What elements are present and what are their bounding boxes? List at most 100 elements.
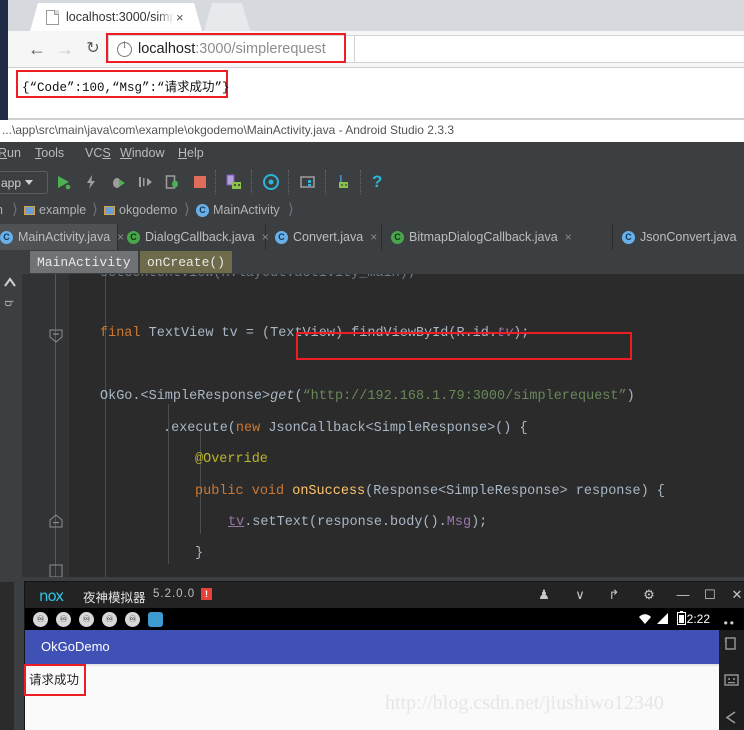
warning-badge[interactable]: ! <box>201 588 212 600</box>
tshirt-icon[interactable]: ♟ <box>535 587 553 602</box>
editor-tab-convert[interactable]: C Convert.java × <box>266 224 382 250</box>
chevron-down-icon[interactable]: ∨ <box>571 587 589 602</box>
code-text: .execute( <box>163 421 236 436</box>
indent-guide <box>105 274 106 577</box>
url-string-highlight <box>296 332 632 360</box>
menu-tools[interactable]: Tools <box>35 146 64 160</box>
nox-app-icon[interactable] <box>148 612 163 627</box>
toolbar-separator <box>288 170 289 194</box>
avd-manager-icon[interactable] <box>263 174 279 190</box>
keyboard-icon[interactable] <box>723 672 740 687</box>
nox-emulator-window: nox 夜神模拟器 5.2.0.0 ! ♟ ∨ ↱ ⚙ — ☐ ✕ ♾ ♾ ♾ … <box>24 582 744 730</box>
menu-run[interactable]: Run <box>0 146 21 160</box>
code-line-7: } <box>195 546 204 561</box>
weibo-icon[interactable]: ♾ <box>102 612 117 627</box>
page-icon <box>46 9 59 25</box>
breadcrumb-separator: ⟩ <box>12 201 18 218</box>
browser-tab-title: localhost:3000/simpler <box>66 10 174 24</box>
close-icon[interactable]: × <box>565 230 572 244</box>
weibo-icon[interactable]: ♾ <box>79 612 94 627</box>
maximize-icon[interactable]: ☐ <box>701 587 719 602</box>
info-icon[interactable] <box>117 40 132 57</box>
editor-tab-jsonconvert[interactable]: C JsonConvert.java <box>613 224 744 250</box>
address-bar-url: localhost:3000/simplerequest <box>138 41 326 57</box>
method-crumb-method[interactable]: onCreate() <box>140 251 233 273</box>
clock: 2:22 <box>686 612 710 626</box>
apply-changes-icon[interactable] <box>83 174 99 190</box>
minimize-icon[interactable]: — <box>674 587 692 602</box>
menu-vcs[interactable]: VCS <box>85 146 111 160</box>
abstract-class-icon: C <box>127 230 140 244</box>
json-response-text: {“Code”:100,“Msg”:“请求成功”} <box>22 81 230 95</box>
class-icon: C <box>275 230 288 244</box>
weibo-icon[interactable]: ♾ <box>33 612 48 627</box>
close-icon[interactable]: ✕ <box>728 587 744 602</box>
code-text: ( <box>294 389 303 404</box>
code-field: tv <box>228 515 245 530</box>
code-text: ) <box>626 389 635 404</box>
browser-window: localhost:3000/simpler × ← → ↻ localhost… <box>0 0 744 120</box>
reload-icon[interactable]: ↻ <box>82 39 104 61</box>
editor-tab-dialogcallback[interactable]: C DialogCallback.java × <box>118 224 269 250</box>
watermark: http://blog.csdn.net/jiushiwo12340 <box>385 692 664 714</box>
breadcrumb-separator: ⟩ <box>92 201 98 218</box>
toolbar-separator <box>251 170 252 194</box>
menu-help[interactable]: Help <box>178 146 204 160</box>
method-breadcrumb-bar: MainActivity onCreate() <box>0 250 744 274</box>
forward-icon[interactable]: → <box>54 39 76 61</box>
weibo-icon[interactable]: ♾ <box>56 612 71 627</box>
close-icon[interactable]: × <box>370 230 377 244</box>
wifi-icon <box>639 614 651 624</box>
browser-tab[interactable]: localhost:3000/simpler × <box>30 3 202 31</box>
run-configuration-selector[interactable]: app <box>0 171 48 194</box>
editor-tab-label: MainActivity.java <box>18 230 111 244</box>
abstract-class-icon: C <box>391 230 404 244</box>
package-icon <box>104 205 115 215</box>
address-bar[interactable]: localhost:3000/simplerequest <box>108 35 355 63</box>
breadcrumb-item-2[interactable]: okgodemo <box>104 203 177 217</box>
project-structure-icon[interactable] <box>300 174 316 190</box>
monitor-icon[interactable] <box>335 174 351 190</box>
breadcrumb-item-0[interactable]: n <box>0 203 3 217</box>
debug-icon[interactable] <box>110 174 126 190</box>
code-keyword: void <box>251 484 285 499</box>
new-tab-button[interactable] <box>204 3 250 31</box>
editor-fold-gutter <box>22 274 69 577</box>
close-icon[interactable]: × <box>176 11 184 24</box>
run-icon[interactable] <box>55 174 71 190</box>
code-text: ); <box>471 515 488 530</box>
pin-icon[interactable]: ↱ <box>605 587 623 602</box>
android-statusbar: ♾ ♾ ♾ ♾ ♾ 2:22 •• <box>25 608 744 630</box>
editor-tab-mainactivity[interactable]: C MainActivity.java × <box>0 224 124 250</box>
fold-marker-icon[interactable] <box>49 514 63 528</box>
menu-window[interactable]: Window <box>120 146 164 160</box>
back-icon[interactable] <box>723 710 740 725</box>
project-collapse-icon[interactable] <box>3 276 17 288</box>
editor-tab-bitmapdialogcallback[interactable]: C BitmapDialogCallback.java × <box>382 224 613 250</box>
overflow-icon[interactable]: •• <box>724 616 736 630</box>
package-icon <box>24 205 35 215</box>
editor-tabbar: C MainActivity.java × C DialogCallback.j… <box>0 224 744 251</box>
back-icon[interactable]: ← <box>26 39 48 61</box>
fold-marker-icon[interactable] <box>49 564 63 577</box>
app-bar-shadow <box>25 664 719 667</box>
step-over-icon[interactable] <box>137 174 153 190</box>
breadcrumb-item-3[interactable]: C MainActivity <box>196 203 280 217</box>
window-title: ...\app\src\main\java\com\example\okgode… <box>2 123 454 137</box>
help-icon[interactable]: ? <box>372 173 388 190</box>
stop-icon[interactable] <box>192 174 208 190</box>
nox-version: 5.2.0.0 <box>153 588 196 600</box>
code-keyword: final <box>100 326 141 341</box>
fold-marker-icon[interactable] <box>49 329 63 343</box>
gear-icon[interactable]: ⚙ <box>640 587 658 602</box>
attach-debugger-icon[interactable] <box>164 174 180 190</box>
breadcrumb-item-1[interactable]: example <box>24 203 86 217</box>
editor-tab-label: Convert.java <box>293 230 364 244</box>
tool-window-label[interactable]: b <box>2 300 16 307</box>
volume-icon[interactable]: 1 <box>723 636 740 651</box>
weibo-icon[interactable]: ♾ <box>125 612 140 627</box>
sdk-manager-icon[interactable] <box>226 174 242 190</box>
breadcrumb-separator: ⟩ <box>288 201 294 218</box>
code-editor[interactable]: setContentView(R.layout.activity_main); … <box>0 274 744 577</box>
method-crumb-class[interactable]: MainActivity <box>30 251 138 273</box>
